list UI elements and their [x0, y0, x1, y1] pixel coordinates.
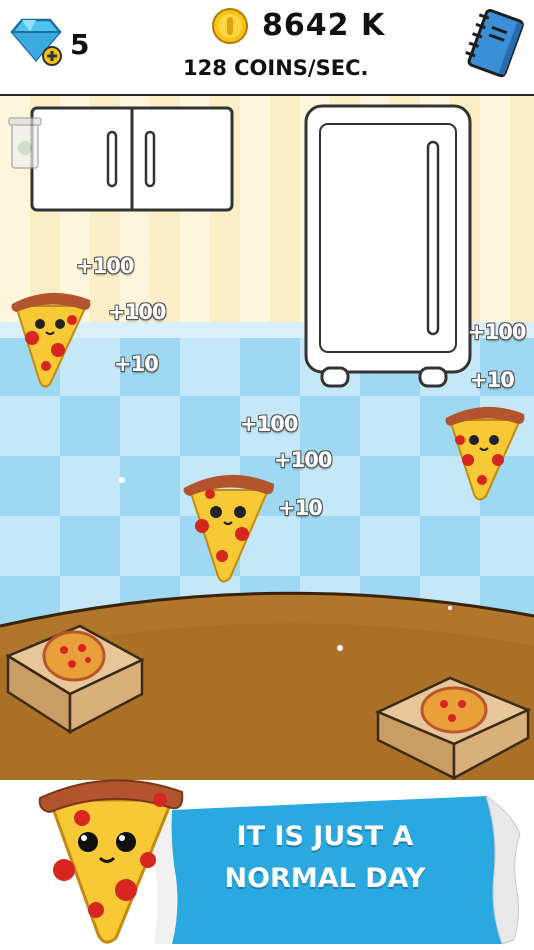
coffee-cup: [8, 117, 42, 169]
coins-total: 8642 K: [262, 8, 386, 43]
fridge: [304, 104, 472, 388]
diamond-plus-icon[interactable]: [8, 14, 66, 68]
pizza-character-1[interactable]: [10, 286, 94, 392]
pizza-box-left: [6, 624, 145, 735]
gems-count: 5: [70, 28, 90, 61]
floating-reward: +10: [278, 496, 323, 520]
floating-reward: +100: [240, 412, 298, 436]
kitchen-scene[interactable]: +100 +100 +10 +100 +10 +100 +100 +10: [0, 96, 534, 780]
pizza-box-right: [374, 676, 532, 780]
pizza-character-2[interactable]: [182, 468, 276, 590]
floating-reward: +10: [114, 352, 159, 376]
floating-reward: +100: [468, 320, 526, 344]
banner-line-1: IT IS JUST A: [236, 821, 414, 852]
upper-cabinet: [30, 106, 234, 212]
floating-reward: +100: [108, 300, 166, 324]
pizza-character-3[interactable]: [444, 400, 526, 504]
gold-coin-icon: [212, 8, 248, 44]
blue-notebook-icon[interactable]: [462, 8, 528, 82]
coins-per-second: 128 COINS/SEC.: [183, 56, 369, 80]
banner-line-2: NORMAL DAY: [224, 863, 426, 894]
floating-reward: +10: [470, 368, 515, 392]
floating-reward: +100: [76, 254, 134, 278]
top-hud: 5 8642 K 128 COINS/SEC.: [0, 0, 534, 96]
floating-reward: +100: [274, 448, 332, 472]
pizza-mascot: [38, 779, 184, 944]
banner-message: IT IS JUST A NORMAL DAY: [200, 816, 450, 900]
